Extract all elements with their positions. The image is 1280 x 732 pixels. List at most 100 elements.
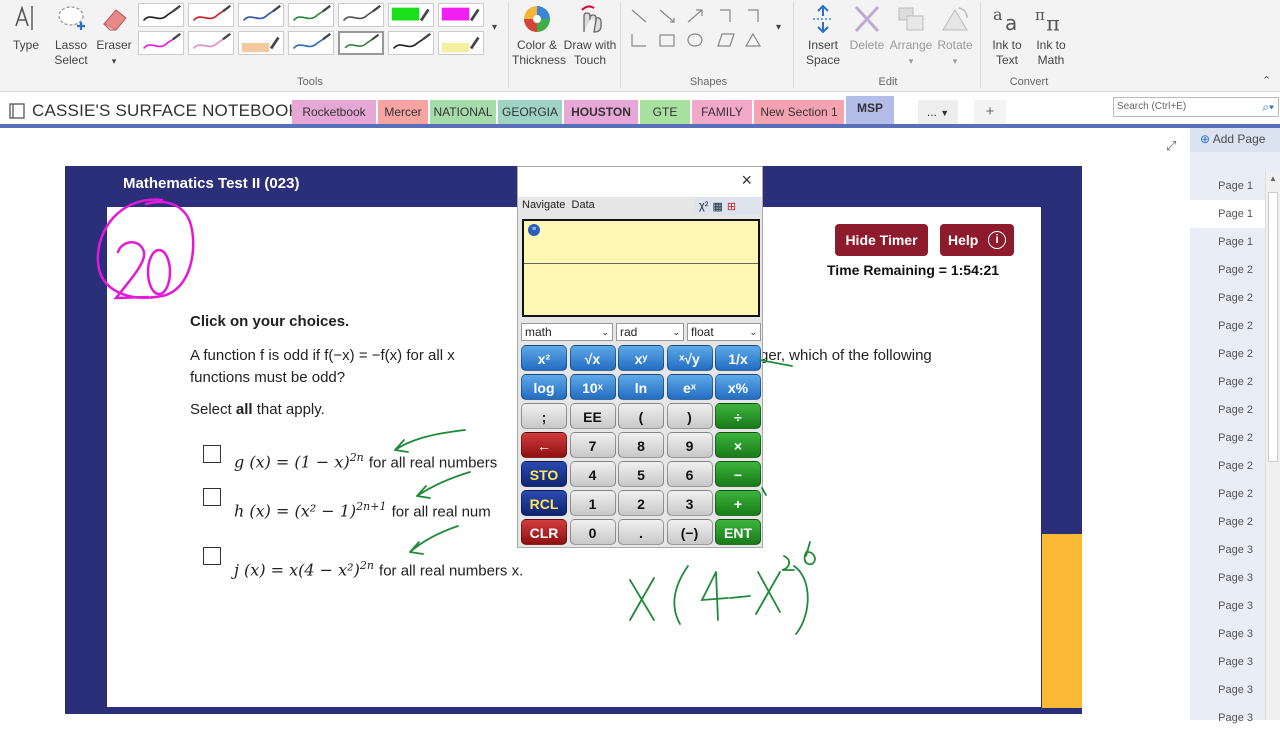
pen-swatch-1-4[interactable] xyxy=(338,31,384,55)
calc-key-1-0[interactable]: log xyxy=(521,374,567,400)
pen-gallery-expand-icon[interactable]: ▾ xyxy=(492,22,497,33)
section-tab-8[interactable]: MSP xyxy=(846,96,894,124)
calc-key-5-0[interactable]: RCL xyxy=(521,490,567,516)
calc-key-4-4[interactable]: − xyxy=(715,461,761,487)
stats-icon[interactable]: χ² xyxy=(699,200,708,212)
calc-key-1-4[interactable]: x% xyxy=(715,374,761,400)
page-item[interactable]: Page 3 xyxy=(1190,648,1265,676)
calc-key-3-3[interactable]: 9 xyxy=(666,432,713,458)
page-list-scrollbar[interactable]: ▲ xyxy=(1265,172,1280,720)
calc-key-5-2[interactable]: 2 xyxy=(618,490,664,516)
pen-swatch-1-0[interactable] xyxy=(138,31,184,55)
option-2[interactable]: h (x) = (x² − 1)2n+1 for all real num xyxy=(234,500,491,520)
arrange-button[interactable]: Arrange ▾ xyxy=(888,0,934,69)
draw-with-touch-button[interactable]: Draw with Touch xyxy=(563,0,617,68)
page-item[interactable]: Page 2 xyxy=(1190,312,1265,340)
calc-key-0-1[interactable]: √x xyxy=(569,345,616,371)
section-tab-7[interactable]: New Section 1 xyxy=(754,100,844,124)
format-select[interactable]: float ⌄ xyxy=(687,323,761,341)
calculator-close-button[interactable]: × xyxy=(741,170,752,191)
pen-swatch-0-1[interactable] xyxy=(188,3,234,27)
rotate-button[interactable]: Rotate ▾ xyxy=(934,0,976,69)
calc-key-2-0[interactable]: ; xyxy=(521,403,567,429)
mode-select[interactable]: math ⌄ xyxy=(521,323,613,341)
scrollbar-thumb[interactable] xyxy=(1268,192,1278,462)
page-item[interactable]: Page 1 xyxy=(1190,172,1265,200)
pen-swatch-0-6[interactable] xyxy=(438,3,484,27)
search-input[interactable]: Search (Ctrl+E) ⌕▾ xyxy=(1113,97,1279,117)
pen-swatch-0-3[interactable] xyxy=(288,3,334,27)
calc-key-3-4[interactable]: × xyxy=(715,432,761,458)
calc-key-6-3[interactable]: (−) xyxy=(666,519,713,545)
calc-key-4-3[interactable]: 6 xyxy=(666,461,713,487)
eraser-button[interactable]: Eraser ▾ xyxy=(95,0,133,69)
notebook-selector[interactable]: CASSIE'S SURFACE NOTEBOOK ▼ xyxy=(8,101,317,121)
scroll-up-icon[interactable]: ▲ xyxy=(1266,174,1280,183)
calc-key-4-2[interactable]: 5 xyxy=(618,461,664,487)
option-checkbox-1[interactable] xyxy=(203,445,221,463)
pen-swatch-0-4[interactable] xyxy=(338,3,384,27)
calc-key-0-0[interactable]: x² xyxy=(521,345,567,371)
calc-key-5-4[interactable]: + xyxy=(715,490,761,516)
expand-icon[interactable]: ⤢ xyxy=(1166,138,1176,154)
pen-swatch-1-6[interactable] xyxy=(438,31,484,55)
add-page-button[interactable]: ⊕ Add Page xyxy=(1190,128,1280,152)
more-sections-tab[interactable]: ... ▼ xyxy=(918,100,958,124)
calc-key-2-1[interactable]: EE xyxy=(569,403,616,429)
calc-key-2-4[interactable]: ÷ xyxy=(715,403,761,429)
delete-button[interactable]: Delete xyxy=(846,0,888,53)
shapes-expand-icon[interactable]: ▾ xyxy=(776,22,781,33)
page-item[interactable]: Page 1 xyxy=(1190,200,1265,228)
page-item[interactable]: Page 3 xyxy=(1190,620,1265,648)
pen-swatch-1-5[interactable] xyxy=(388,31,434,55)
page-item[interactable]: Page 3 xyxy=(1190,704,1265,732)
page-item[interactable]: Page 3 xyxy=(1190,564,1265,592)
page-item[interactable]: Page 2 xyxy=(1190,480,1265,508)
calc-key-3-2[interactable]: 8 xyxy=(618,432,664,458)
graph-icon[interactable]: ⊞ xyxy=(727,200,736,213)
calc-key-3-0[interactable]: ← xyxy=(521,432,567,458)
pen-swatch-0-0[interactable] xyxy=(138,3,184,27)
calc-key-0-2[interactable]: xʸ xyxy=(618,345,664,371)
page-item[interactable]: Page 2 xyxy=(1190,284,1265,312)
page-item[interactable]: Page 2 xyxy=(1190,508,1265,536)
arrange-dropdown-icon[interactable]: ▾ xyxy=(909,56,914,66)
menu-data[interactable]: Data xyxy=(572,199,595,211)
calc-key-1-2[interactable]: ln xyxy=(618,374,664,400)
section-tab-2[interactable]: NATIONAL xyxy=(430,100,496,124)
page-item[interactable]: Page 3 xyxy=(1190,592,1265,620)
hide-timer-button[interactable]: Hide Timer xyxy=(835,224,928,256)
help-button[interactable]: Help i xyxy=(940,224,1014,256)
calculator-mode-icons[interactable]: χ² ▦ ⊞ xyxy=(695,197,761,215)
shapes-icon[interactable] xyxy=(626,4,771,52)
calc-key-1-1[interactable]: 10ˣ xyxy=(569,374,616,400)
eraser-dropdown-icon[interactable]: ▾ xyxy=(112,56,117,66)
fraction-icon[interactable]: ▦ xyxy=(712,200,722,213)
section-tab-1[interactable]: Mercer xyxy=(378,100,428,124)
menu-navigate[interactable]: Navigate xyxy=(522,199,565,211)
page-item[interactable]: Page 3 xyxy=(1190,676,1265,704)
calc-key-1-3[interactable]: eˣ xyxy=(666,374,713,400)
rotate-dropdown-icon[interactable]: ▾ xyxy=(953,56,958,66)
calc-key-0-3[interactable]: ˣ√y xyxy=(666,345,713,371)
calc-key-3-1[interactable]: 7 xyxy=(569,432,616,458)
calc-key-2-2[interactable]: ( xyxy=(618,403,664,429)
page-item[interactable]: Page 2 xyxy=(1190,340,1265,368)
calc-key-6-4[interactable]: ENT xyxy=(715,519,761,545)
pen-swatch-1-3[interactable] xyxy=(288,31,334,55)
calc-key-2-3[interactable]: ) xyxy=(666,403,713,429)
page-item[interactable]: Page 2 xyxy=(1190,424,1265,452)
page-item[interactable]: Page 2 xyxy=(1190,396,1265,424)
section-tab-5[interactable]: GTE xyxy=(640,100,690,124)
option-3[interactable]: j (x) = x(4 − x²)2n for all real numbers… xyxy=(234,559,523,579)
pen-swatch-0-5[interactable] xyxy=(388,3,434,27)
page-item[interactable]: Page 1 xyxy=(1190,228,1265,256)
ink-to-text-button[interactable]: aa Ink to Text xyxy=(985,0,1029,68)
section-tab-4[interactable]: HOUSTON xyxy=(564,100,638,124)
calc-key-0-4[interactable]: 1/x xyxy=(715,345,761,371)
page-item[interactable]: Page 2 xyxy=(1190,452,1265,480)
pen-swatch-1-2[interactable] xyxy=(238,31,284,55)
angle-select[interactable]: rad ⌄ xyxy=(616,323,684,341)
section-tab-0[interactable]: Rocketbook xyxy=(292,100,376,124)
page-item[interactable]: Page 3 xyxy=(1190,536,1265,564)
